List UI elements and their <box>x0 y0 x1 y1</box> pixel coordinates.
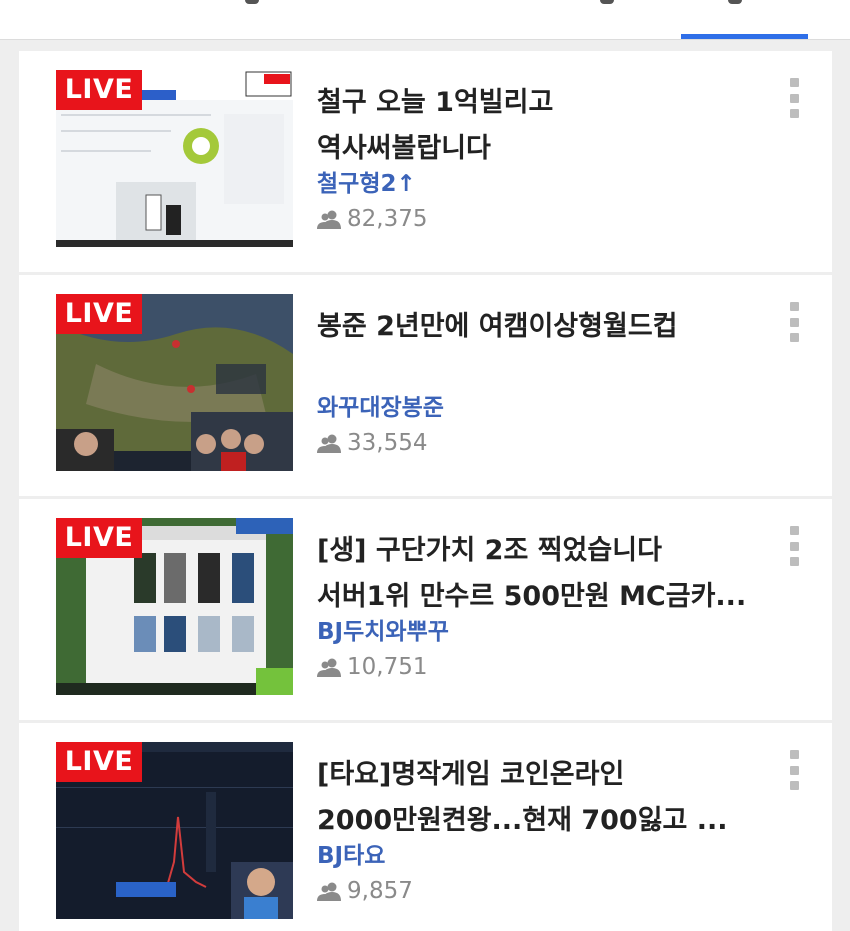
stream-title[interactable]: 철구 오늘 1억빌리고 역사써볼랍니다 <box>317 80 757 172</box>
stream-thumbnail[interactable]: LIVE <box>56 70 293 247</box>
viewer-count-value: 10,751 <box>347 654 428 680</box>
live-badge: LIVE <box>56 518 142 558</box>
channel-name[interactable]: 철구형2↑ <box>317 164 416 198</box>
viewers-icon <box>317 210 341 229</box>
tab-hidden-right[interactable] <box>600 0 614 4</box>
channel-name[interactable]: BJ타요 <box>317 836 385 870</box>
stream-title[interactable]: [타요]명작게임 코인온라인 2000만원켠왕...현재 700잃고 ... <box>317 752 757 844</box>
viewer-count: 82,375 <box>317 206 427 232</box>
channel-name[interactable]: 와꾸대장봉준 <box>317 388 444 422</box>
active-tab-indicator <box>681 34 808 39</box>
more-options-icon[interactable] <box>787 750 801 790</box>
tab-bar <box>0 0 850 40</box>
live-badge: LIVE <box>56 742 142 782</box>
viewer-count: 9,857 <box>317 878 413 904</box>
stream-title-line: 봉준 2년만에 여캠이상형월드컵 <box>317 311 678 342</box>
tab-active-label-stub[interactable] <box>728 0 742 4</box>
stream-card[interactable]: LIVE 철구 오늘 1억빌리고 역사써볼랍니다 철구형2↑ 82,375 <box>19 51 832 272</box>
channel-name[interactable]: BJ두치와뿌꾸 <box>317 612 449 646</box>
stream-card[interactable]: LIVE [타요]명작게임 코인온라인 2000만원켠왕...현재 700잃고 … <box>19 723 832 931</box>
viewer-count-value: 82,375 <box>347 206 428 232</box>
stream-title[interactable]: 봉준 2년만에 여캠이상형월드컵 <box>317 304 757 350</box>
viewer-count: 10,751 <box>317 654 427 680</box>
stream-title-line: [생] 구단가치 2조 찍었습니다 <box>317 535 662 566</box>
stream-card[interactable]: LIVE [생] 구단가치 2조 찍었습니다 서버1위 만수르 500만원 MC… <box>19 499 832 720</box>
viewer-count-value: 9,857 <box>347 878 413 904</box>
stream-card[interactable]: LIVE 봉준 2년만에 여캠이상형월드컵 와꾸대장봉준 33,554 <box>19 275 832 496</box>
viewers-icon <box>317 882 341 901</box>
viewer-count-value: 33,554 <box>347 430 428 456</box>
live-badge: LIVE <box>56 70 142 110</box>
live-badge: LIVE <box>56 294 142 334</box>
more-options-icon[interactable] <box>787 526 801 566</box>
stream-thumbnail[interactable]: LIVE <box>56 294 293 471</box>
stream-title[interactable]: [생] 구단가치 2조 찍었습니다 서버1위 만수르 500만원 MC금카... <box>317 528 757 620</box>
stream-thumbnail[interactable]: LIVE <box>56 518 293 695</box>
viewer-count: 33,554 <box>317 430 427 456</box>
more-options-icon[interactable] <box>787 78 801 118</box>
more-options-icon[interactable] <box>787 302 801 342</box>
stream-title-line: 철구 오늘 1억빌리고 <box>317 87 554 118</box>
tab-hidden-left[interactable] <box>245 0 259 4</box>
viewers-icon <box>317 658 341 677</box>
viewers-icon <box>317 434 341 453</box>
stream-title-line: [타요]명작게임 코인온라인 <box>317 759 625 790</box>
stream-thumbnail[interactable]: LIVE <box>56 742 293 919</box>
